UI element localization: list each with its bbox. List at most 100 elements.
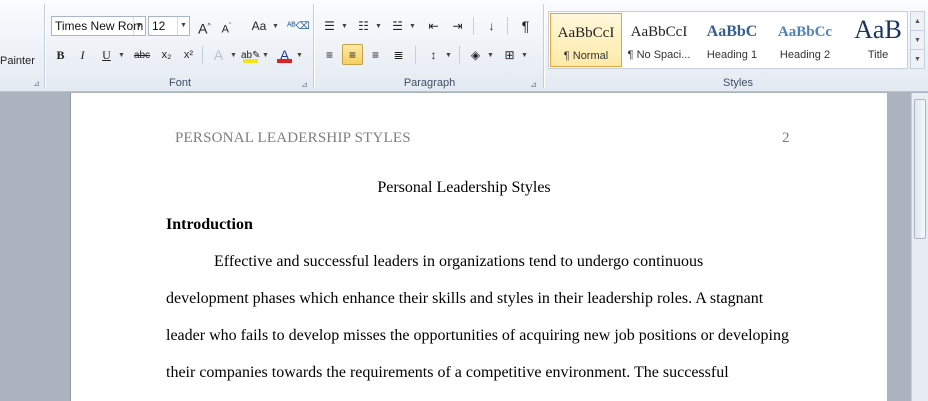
body-line: leader who fails to develop misses the o… bbox=[166, 327, 789, 344]
chevron-down-icon[interactable]: ▼ bbox=[445, 52, 452, 59]
numbering-icon: ☷ bbox=[358, 19, 369, 33]
chevron-down-icon[interactable]: ▼ bbox=[521, 52, 528, 59]
paragraph-group: ☰ ▼ ☷ ▼ ☱ ▼ ⇤ ⇥ ↓ ¶ ≡ ≡ ≡ ≣ ↕ ▼ ◈ ▼ ⊞ ▼ … bbox=[315, 0, 544, 92]
paint-bucket-icon: ◈ bbox=[470, 48, 481, 62]
font-color-swatch bbox=[277, 59, 292, 63]
chevron-down-icon[interactable]: ▼ bbox=[272, 23, 279, 30]
page-margin-area bbox=[887, 93, 912, 401]
line-spacing-button[interactable]: ↕ bbox=[423, 44, 444, 65]
scrollbar-thumb[interactable] bbox=[914, 99, 926, 239]
align-left-icon: ≡ bbox=[325, 48, 333, 62]
font-color-button[interactable]: A bbox=[274, 44, 295, 65]
font-size-combo[interactable]: 12 ▼ bbox=[148, 16, 190, 36]
clear-formatting-button[interactable]: ᴬᴮ⌫ bbox=[286, 15, 310, 36]
bold-icon: B bbox=[56, 48, 65, 62]
italic-icon: I bbox=[80, 48, 85, 62]
align-left-button[interactable]: ≡ bbox=[319, 44, 340, 65]
borders-button[interactable]: ⊞ bbox=[499, 44, 520, 65]
font-group-label: Font bbox=[168, 77, 191, 89]
page-header-text: PERSONAL LEADERSHIP STYLES bbox=[175, 130, 411, 146]
vertical-scrollbar[interactable] bbox=[911, 93, 928, 401]
line-spacing-icon: ↕ bbox=[430, 48, 437, 62]
increase-indent-icon: ⇥ bbox=[452, 19, 463, 33]
chevron-down-icon[interactable]: ▼ bbox=[118, 52, 125, 59]
chevron-down-icon[interactable]: ▼ bbox=[375, 23, 382, 30]
bullets-button[interactable]: ☰ bbox=[319, 15, 340, 36]
page-number: 2 bbox=[782, 130, 790, 146]
superscript-icon: x² bbox=[183, 49, 194, 61]
chevron-down-icon[interactable]: ▼ bbox=[409, 23, 416, 30]
show-formatting-button[interactable]: ¶ bbox=[515, 15, 536, 36]
chevron-down-icon[interactable]: ▼ bbox=[341, 23, 348, 30]
bold-button[interactable]: B bbox=[50, 44, 71, 65]
separator bbox=[473, 17, 474, 35]
subscript-button[interactable]: x₂ bbox=[156, 44, 177, 65]
decrease-indent-icon: ⇤ bbox=[428, 19, 439, 33]
pilcrow-icon: ¶ bbox=[521, 18, 530, 34]
italic-button[interactable]: I bbox=[72, 44, 93, 65]
document-title: Personal Leadership Styles bbox=[377, 179, 551, 196]
chevron-down-icon[interactable]: ▼ bbox=[177, 17, 189, 35]
separator bbox=[202, 46, 203, 64]
strikethrough-icon: abc bbox=[133, 50, 151, 61]
chevron-down-icon[interactable]: ▼ bbox=[262, 52, 269, 59]
sort-icon: ↓ bbox=[488, 19, 495, 33]
align-center-icon: ≡ bbox=[348, 48, 356, 62]
chevron-down-icon[interactable]: ▼ bbox=[133, 17, 145, 35]
shrink-font-icon: A bbox=[221, 23, 229, 36]
body-line: development phases which enhance their s… bbox=[166, 290, 764, 307]
strikethrough-button[interactable]: abc bbox=[130, 44, 154, 65]
align-center-button[interactable]: ≡ bbox=[342, 44, 363, 65]
subscript-icon: x₂ bbox=[161, 49, 172, 61]
chevron-down-icon[interactable]: ▼ bbox=[487, 52, 494, 59]
numbering-button[interactable]: ☷ bbox=[353, 15, 374, 36]
grow-font-button[interactable]: A^ bbox=[194, 15, 215, 37]
multilevel-list-icon: ☱ bbox=[392, 19, 403, 33]
separator bbox=[44, 4, 45, 88]
borders-icon: ⊞ bbox=[504, 48, 515, 62]
decrease-indent-button[interactable]: ⇤ bbox=[423, 15, 444, 36]
font-name-combo[interactable]: Times New Rom ▼ bbox=[51, 16, 146, 36]
paragraph-dialog-launcher-icon[interactable]: ⊿ bbox=[529, 80, 538, 89]
shading-button[interactable]: ◈ bbox=[465, 44, 486, 65]
sort-button[interactable]: ↓ bbox=[481, 15, 502, 36]
justify-icon: ≣ bbox=[393, 48, 404, 62]
body-line: Effective and successful leaders in orga… bbox=[214, 253, 704, 270]
section-heading: Introduction bbox=[166, 216, 253, 233]
multilevel-list-button[interactable]: ☱ bbox=[387, 15, 408, 36]
text-effects-button[interactable]: A bbox=[208, 44, 229, 65]
text-effects-icon: A bbox=[213, 47, 224, 63]
format-painter-button[interactable]: Painter bbox=[0, 55, 35, 67]
font-name-value: Times New Rom bbox=[55, 19, 144, 33]
body-line: their companies towards the requirements… bbox=[166, 364, 729, 381]
align-right-icon: ≡ bbox=[371, 48, 379, 62]
separator bbox=[459, 46, 460, 64]
chevron-down-icon[interactable]: ▼ bbox=[230, 52, 237, 59]
styles-group: Styles bbox=[548, 0, 928, 92]
chevron-down-icon[interactable]: ▼ bbox=[296, 52, 303, 59]
change-case-icon: Aa bbox=[251, 19, 267, 33]
grow-font-icon: A bbox=[198, 20, 208, 37]
increase-indent-button[interactable]: ⇥ bbox=[447, 15, 468, 36]
paragraph-group-label: Paragraph bbox=[403, 77, 456, 89]
separator bbox=[543, 4, 544, 88]
highlight-color-swatch bbox=[243, 59, 258, 63]
clear-formatting-icon: ᴬᴮ⌫ bbox=[287, 21, 310, 32]
underline-button[interactable]: U bbox=[96, 44, 117, 65]
separator bbox=[507, 17, 508, 35]
separator bbox=[415, 46, 416, 64]
separator bbox=[313, 4, 314, 88]
font-group: Times New Rom ▼ 12 ▼ A^ Aˇ Aa ▼ ᴬᴮ⌫ B I … bbox=[46, 0, 314, 92]
justify-button[interactable]: ≣ bbox=[388, 44, 409, 65]
clipboard-dialog-launcher-icon[interactable]: ⊿ bbox=[32, 79, 41, 88]
ribbon: Painter ⊿ Times New Rom ▼ 12 ▼ A^ Aˇ Aa … bbox=[0, 0, 928, 92]
highlight-button[interactable]: ab✎ bbox=[240, 44, 261, 65]
bullets-icon: ☰ bbox=[324, 19, 335, 33]
shrink-font-button[interactable]: Aˇ bbox=[216, 15, 237, 36]
font-size-value: 12 bbox=[152, 19, 166, 33]
superscript-button[interactable]: x² bbox=[178, 44, 199, 65]
styles-group-label: Styles bbox=[723, 77, 753, 89]
align-right-button[interactable]: ≡ bbox=[365, 44, 386, 65]
font-dialog-launcher-icon[interactable]: ⊿ bbox=[300, 80, 309, 89]
change-case-button[interactable]: Aa bbox=[246, 15, 272, 36]
